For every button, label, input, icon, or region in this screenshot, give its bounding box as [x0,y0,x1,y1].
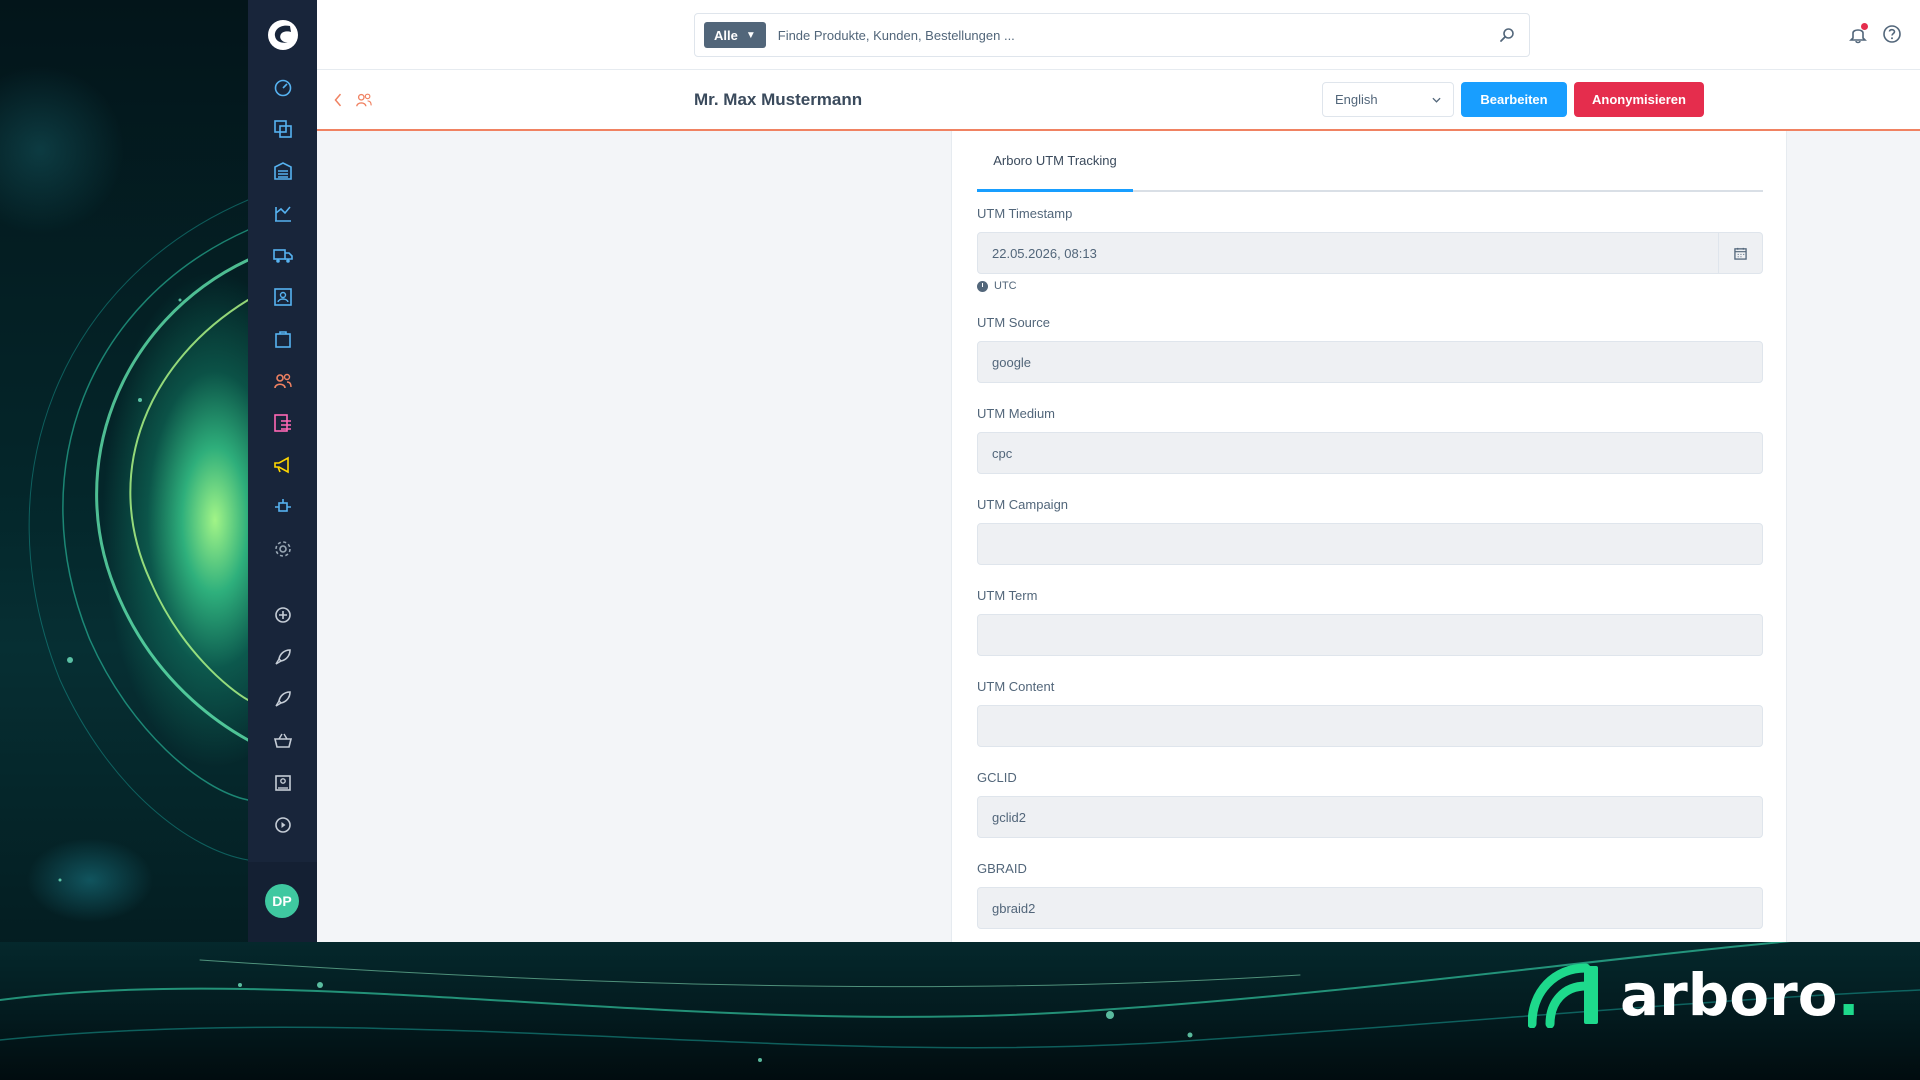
tab-bar: Arboro UTM Tracking [977,131,1763,192]
gclid-input[interactable]: gclid2 [977,796,1763,838]
sidebar-item-catalogues[interactable] [248,108,317,150]
search-icon[interactable] [1499,27,1515,43]
anonymize-button[interactable]: Anonymisieren [1574,82,1704,117]
brand-wordmark: arboro. [1620,961,1860,1029]
marketing-megaphone-icon [273,456,289,474]
notification-badge [1861,23,1868,30]
gclid-label: GCLID [977,770,1017,785]
sidebar-item-settings[interactable] [248,528,317,570]
utm-term-label: UTM Term [977,588,1038,603]
sidebar-item-play[interactable] [248,804,317,846]
utm-content-label: UTM Content [977,679,1055,694]
edit-button[interactable]: Bearbeiten [1461,82,1567,117]
utm-source-field: UTM Source google [977,315,1763,383]
utm-campaign-input[interactable] [977,523,1763,565]
play-circle-icon [274,817,291,833]
sidebar-item-marketing[interactable] [248,444,317,486]
sidebar-item-customer-card[interactable] [248,276,317,318]
gbraid-field: GBRAID gbraid2 [977,861,1763,929]
orders-bag-icon [274,331,291,348]
dashboard-icon [274,79,291,97]
utm-medium-input[interactable]: cpc [977,432,1763,474]
shopware-logo-icon[interactable] [266,18,300,52]
utm-tracking-card: Arboro UTM Tracking UTM Timestamp 22.05.… [951,131,1787,942]
search-type-label: Alle [714,27,738,43]
production-icon [274,206,291,222]
rocket-icon [274,649,291,665]
language-select[interactable]: English [1322,82,1454,117]
sidebar-item-basket[interactable] [248,720,317,762]
catalogue-icon [273,120,292,138]
clock-icon [977,280,988,292]
content-icon [273,414,291,432]
page-title: Mr. Max Mustermann [694,90,863,109]
chevron-left-icon [334,93,342,107]
utm-timestamp-label: UTM Timestamp [977,206,1073,221]
header-actions [1848,23,1902,44]
arboro-logo: arboro. [1528,960,1860,1030]
store-icon [274,775,291,791]
add-circle-icon [274,607,291,623]
sidebar-item-content[interactable] [248,402,317,444]
sidebar-item-warehouse[interactable] [248,150,317,192]
timezone-label: UTC [994,280,1017,292]
utm-medium-field: UTM Medium cpc [977,406,1763,474]
sidebar-item-add[interactable] [248,594,317,636]
customers-icon [273,373,292,389]
utm-campaign-label: UTM Campaign [977,497,1069,512]
back-navigation[interactable] [333,89,373,111]
delivery-truck-icon [272,249,293,263]
tab-arboro-utm-tracking[interactable]: Arboro UTM Tracking [977,131,1133,192]
search-input[interactable] [777,27,1499,43]
sidebar-item-production[interactable] [248,192,317,234]
basket-icon [273,733,292,748]
utm-source-label: UTM Source [977,315,1050,330]
search-type-select[interactable]: Alle ▼ [704,22,766,48]
calendar-icon [1734,247,1747,260]
utm-medium-label: UTM Medium [977,406,1056,421]
gbraid-input[interactable]: gbraid2 [977,887,1763,929]
sidebar-item-extensions[interactable] [248,486,317,528]
gclid-field: GCLID gclid2 [977,770,1763,838]
sidebar-item-store[interactable] [248,762,317,804]
notifications-button[interactable] [1848,23,1868,44]
customer-card-icon [273,288,292,306]
utm-source-input[interactable]: google [977,341,1763,383]
utm-content-input[interactable] [977,705,1763,747]
sidebar-item-rocket[interactable] [248,636,317,678]
user-avatar[interactable]: DP [265,884,299,918]
extensions-plug-icon [274,499,291,512]
gbraid-label: GBRAID [977,861,1027,876]
admin-app-window: DP Alle ▼ Finde Produkte, Kunden, Bestel… [248,0,1920,942]
global-search: Alle ▼ [694,13,1530,57]
chevron-down-icon: ▼ [745,29,756,41]
sidebar-item-rocket-2[interactable] [248,678,317,720]
chevron-down-icon [1432,97,1441,103]
language-select-value: English [1335,92,1378,107]
utm-timestamp-field: UTM Timestamp 22.05.2026, 08:13 UTC [977,206,1763,292]
sidebar-item-shipping[interactable] [248,234,317,276]
sidebar-item-dashboard[interactable] [248,66,317,108]
warehouse-icon [273,162,292,180]
utm-timestamp-value: 22.05.2026, 08:13 [992,245,1097,261]
sidebar-item-orders[interactable] [248,318,317,360]
utm-campaign-field: UTM Campaign [977,497,1763,565]
smart-bar: Mr. Max Mustermann English Bearbeiten An… [317,70,1920,131]
rocket-2-icon [274,691,291,707]
timezone-hint: UTC [977,280,1763,292]
settings-gear-icon [274,541,291,557]
utm-timestamp-input[interactable]: 22.05.2026, 08:13 [977,232,1763,274]
calendar-button[interactable] [1718,233,1762,273]
utm-term-field: UTM Term [977,588,1763,656]
utm-content-field: UTM Content [977,679,1763,747]
top-header: Alle ▼ [317,0,1920,70]
customers-module-icon [356,93,372,107]
main-sidebar: DP [248,0,317,942]
arboro-mark-icon [1528,963,1598,1028]
utm-term-input[interactable] [977,614,1763,656]
help-question-icon [1883,25,1901,43]
sidebar-item-customers[interactable] [248,360,317,402]
help-button[interactable] [1882,24,1902,44]
